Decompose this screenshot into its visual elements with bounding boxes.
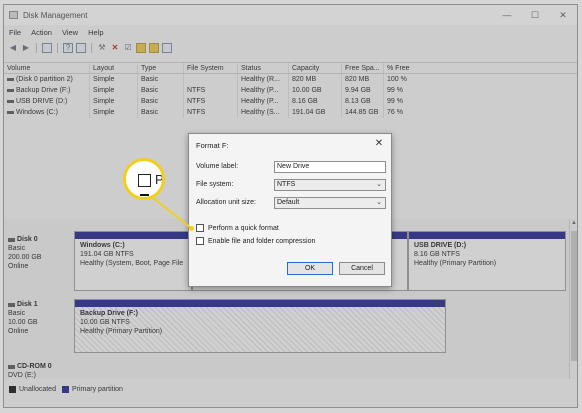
callout-anchor-dot [189, 226, 194, 231]
zoomed-checkbox [138, 174, 151, 187]
zoom-callout: Pe [123, 158, 165, 200]
zoomed-label: Pe [155, 172, 164, 187]
text-cursor [140, 194, 149, 196]
callout-leader-line [151, 196, 192, 229]
